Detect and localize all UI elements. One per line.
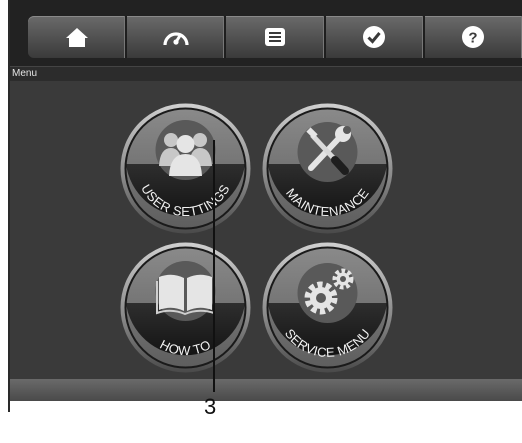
svg-text:?: ? xyxy=(469,30,478,47)
callout-number: 3 xyxy=(204,394,217,419)
user-settings-button[interactable]: USER SETTINGS xyxy=(119,102,252,235)
callout-line xyxy=(213,140,215,392)
main-toolbar: ? xyxy=(28,16,522,58)
list-icon xyxy=(265,28,285,46)
menu-title: Menu xyxy=(12,68,38,79)
gears-icon xyxy=(297,263,358,323)
service-menu-button[interactable]: SERVICE MENU xyxy=(261,241,394,374)
dashboard-button[interactable] xyxy=(127,16,227,58)
speedometer-icon xyxy=(163,32,189,46)
list-button[interactable] xyxy=(226,16,326,58)
bottom-bar xyxy=(10,379,522,401)
help-icon: ? xyxy=(462,26,485,48)
help-button[interactable]: ? xyxy=(425,16,522,58)
home-icon xyxy=(65,28,88,47)
how-to-button[interactable]: HOW TO xyxy=(119,241,252,374)
home-button[interactable] xyxy=(28,16,128,58)
checkmark-icon xyxy=(363,26,386,48)
maintenance-button[interactable]: MAINTENANCE xyxy=(261,102,394,235)
menu-header: Menu xyxy=(10,66,522,82)
users-icon xyxy=(155,120,216,180)
tools-icon xyxy=(297,122,358,182)
book-icon xyxy=(155,261,216,321)
check-button[interactable] xyxy=(326,16,425,58)
